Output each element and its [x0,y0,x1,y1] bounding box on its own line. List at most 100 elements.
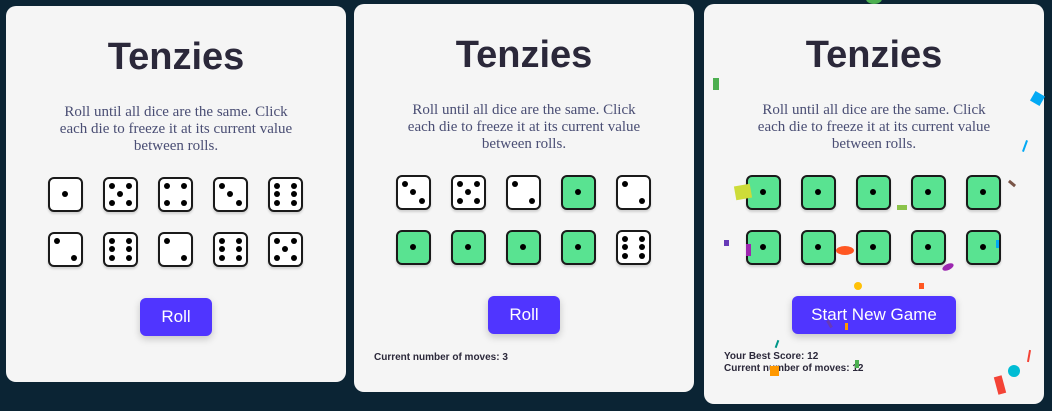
die[interactable] [158,177,193,212]
die-pip [109,199,116,206]
roll-button[interactable]: Roll [488,296,560,334]
die-pip [815,244,822,251]
held-die[interactable] [911,175,946,210]
held-die[interactable] [506,230,541,265]
dice-grid [396,175,654,265]
die[interactable] [103,232,138,267]
held-die[interactable] [451,230,486,265]
die-pip [925,189,932,196]
die-pip [274,254,281,261]
die-pip [465,189,472,196]
game-panel-initial: Tenzies Roll until all dice are the same… [6,6,346,382]
die[interactable] [268,232,303,267]
die-pip [274,238,281,245]
current-moves-count: Current number of moves: 12 [724,363,864,374]
game-title: Tenzies [805,34,943,76]
game-instructions: Roll until all dice are the same. Click … [757,102,991,152]
die-pip [815,189,822,196]
die[interactable] [451,175,486,210]
die-pip [638,197,645,204]
die-pip [54,238,61,245]
die-pip [164,199,171,206]
held-die[interactable] [396,230,431,265]
die-pip [219,254,226,261]
die[interactable] [213,177,248,212]
current-moves-count: Current number of moves: 3 [374,352,508,363]
die-pip [638,236,645,243]
die-pip [622,244,629,251]
start-new-game-button[interactable]: Start New Game [792,296,956,334]
stage: Tenzies Roll until all dice are the same… [0,0,1052,411]
die[interactable] [268,177,303,212]
die-pip [62,191,69,198]
held-die[interactable] [746,230,781,265]
held-die[interactable] [746,175,781,210]
roll-button[interactable]: Roll [140,298,212,336]
held-die[interactable] [856,175,891,210]
die-pip [622,252,629,259]
best-score: Your Best Score: 12 [724,351,819,362]
game-title: Tenzies [455,34,593,76]
held-die[interactable] [801,230,836,265]
die-pip [290,191,297,198]
held-die[interactable] [801,175,836,210]
die-pip [575,189,582,196]
die[interactable] [103,177,138,212]
held-die[interactable] [856,230,891,265]
die-pip [760,244,767,251]
die-pip [528,197,535,204]
die-pip [473,181,480,188]
die-pip [575,244,582,251]
die[interactable] [396,175,431,210]
held-die[interactable] [911,230,946,265]
die[interactable] [48,232,83,267]
held-die[interactable] [561,175,596,210]
die-pip [109,183,116,190]
die-pip [418,197,425,204]
die-pip [117,191,124,198]
die[interactable] [213,232,248,267]
die-pip [125,199,132,206]
die-pip [227,191,234,198]
die-pip [638,244,645,251]
die-pip [457,197,464,204]
die-pip [622,181,629,188]
die-pip [622,236,629,243]
die[interactable] [158,232,193,267]
die-pip [219,238,226,245]
die-pip [235,238,242,245]
die[interactable] [616,230,651,265]
die[interactable] [506,175,541,210]
die-pip [282,246,289,253]
dice-grid [48,177,306,267]
dice-grid [746,175,1004,265]
die-pip [180,199,187,206]
die-pip [290,254,297,261]
held-die[interactable] [561,230,596,265]
die-pip [290,238,297,245]
die-pip [219,183,226,190]
die-pip [180,254,187,261]
die[interactable] [48,177,83,212]
die-pip [870,244,877,251]
die-pip [638,252,645,259]
die-pip [274,191,281,198]
die-pip [164,238,171,245]
die-pip [410,189,417,196]
die-pip [125,246,132,253]
die-pip [520,244,527,251]
die-pip [235,254,242,261]
die-pip [274,183,281,190]
die-pip [180,183,187,190]
die-pip [465,244,472,251]
die-pip [473,197,480,204]
game-panel-in-progress: Tenzies Roll until all dice are the same… [354,4,694,392]
held-die[interactable] [966,230,1001,265]
die-pip [512,181,519,188]
die-pip [235,199,242,206]
die-pip [125,238,132,245]
die-pip [109,254,116,261]
die[interactable] [616,175,651,210]
held-die[interactable] [966,175,1001,210]
game-instructions: Roll until all dice are the same. Click … [407,102,641,152]
